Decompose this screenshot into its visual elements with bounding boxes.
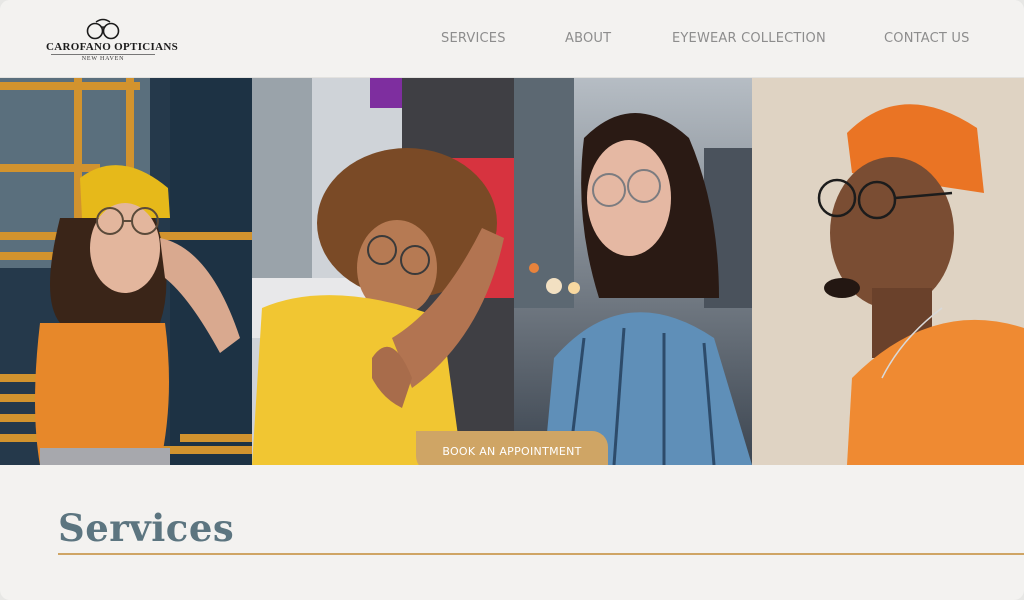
man-orange-beanie-glasses-photo-icon — [752, 78, 1024, 465]
nav-item-contact-us[interactable]: CONTACT US — [884, 31, 970, 46]
nav-item-eyewear-collection[interactable]: EYEWEAR COLLECTION — [672, 31, 826, 46]
woman-yellow-beanie-glasses-photo-icon — [0, 78, 252, 465]
services-heading: Services — [58, 506, 235, 550]
nav-item-services[interactable]: SERVICES — [441, 31, 506, 46]
brand-location: NEW HAVEN — [51, 54, 155, 62]
main-nav: SERVICES ABOUT EYEWEAR COLLECTION CONTAC… — [0, 31, 1024, 49]
book-appointment-button[interactable]: BOOK AN APPOINTMENT — [416, 431, 608, 465]
hero-collage: BOOK AN APPOINTMENT — [0, 78, 1024, 465]
site-header: CAROFANO OPTICIANS NEW HAVEN SERVICES AB… — [0, 0, 1024, 78]
hero-photo-1 — [0, 78, 252, 465]
services-divider — [58, 553, 1024, 555]
nav-item-about[interactable]: ABOUT — [565, 31, 611, 46]
hero-photo-3 — [514, 78, 752, 465]
hero-photo-4 — [752, 78, 1024, 465]
woman-bob-striped-shirt-photo-icon — [514, 78, 752, 465]
browser-frame: CAROFANO OPTICIANS NEW HAVEN SERVICES AB… — [0, 0, 1024, 600]
hero-photo-2 — [252, 78, 514, 465]
woman-curly-hair-yellow-tee-photo-icon — [252, 78, 514, 465]
